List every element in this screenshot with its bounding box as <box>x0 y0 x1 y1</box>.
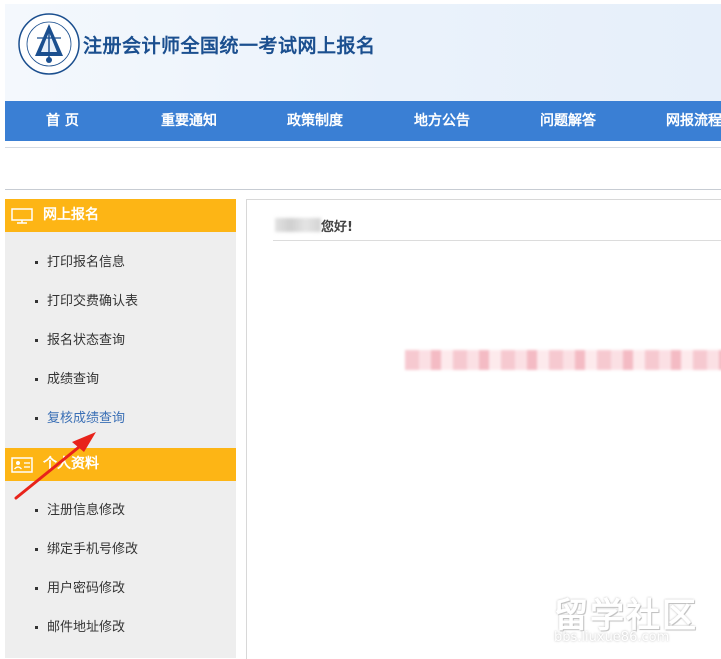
bullet <box>35 261 38 264</box>
main-nav: 首 页 重要通知 政策制度 地方公告 问题解答 网报流程 <box>5 101 721 141</box>
sidebar-item-edit-email[interactable]: 邮件地址修改 <box>5 613 236 643</box>
sidebar-item-label: 绑定手机号修改 <box>47 542 139 557</box>
bullet <box>35 587 38 590</box>
sidebar-item-registration-status[interactable]: 报名状态查询 <box>5 326 236 356</box>
bullet <box>35 339 38 342</box>
site-title: 注册会计师全国统一考试网上报名 <box>83 35 376 57</box>
section-title: 网上报名 <box>43 207 99 223</box>
sidebar-item-label: 打印交费确认表 <box>47 294 139 309</box>
sub-bar <box>5 147 721 190</box>
nav-item-process[interactable]: 网报流程 <box>666 101 721 141</box>
greeting-row: 您好! <box>273 208 721 241</box>
cicpa-logo-icon <box>18 13 80 75</box>
sidebar-item-review-score-query[interactable]: 复核成绩查询 <box>5 404 236 434</box>
nav-item-notices[interactable]: 重要通知 <box>161 101 217 141</box>
sidebar-item-edit-password[interactable]: 用户密码修改 <box>5 574 236 604</box>
sidebar: 网上报名 打印报名信息 打印交费确认表 报名状态查询 成绩查询 复核成绩查询 个… <box>5 199 236 658</box>
sidebar-item-print-registration[interactable]: 打印报名信息 <box>5 248 236 278</box>
bullet <box>35 300 38 303</box>
sidebar-item-label: 报名状态查询 <box>47 333 126 348</box>
section-header-personal-info: 个人资料 <box>5 448 236 481</box>
nav-item-policies[interactable]: 政策制度 <box>287 101 343 141</box>
nav-item-home[interactable]: 首 页 <box>46 101 79 141</box>
nav-item-faq[interactable]: 问题解答 <box>540 101 596 141</box>
bullet <box>35 548 38 551</box>
site-header: 注册会计师全国统一考试网上报名 <box>5 4 721 101</box>
redacted-message <box>405 350 721 370</box>
greeting-text: 您好! <box>321 220 353 235</box>
sidebar-item-label: 打印报名信息 <box>47 255 126 270</box>
section-header-online-registration: 网上报名 <box>5 199 236 232</box>
sidebar-item-score-query[interactable]: 成绩查询 <box>5 365 236 395</box>
sidebar-item-label: 复核成绩查询 <box>47 411 126 426</box>
sidebar-item-label: 邮件地址修改 <box>47 620 126 635</box>
sidebar-item-label: 用户密码修改 <box>47 581 126 596</box>
id-card-icon <box>11 457 33 473</box>
main-content: 您好! <box>246 199 721 659</box>
bullet <box>35 626 38 629</box>
redacted-username <box>275 218 321 232</box>
sidebar-item-label: 成绩查询 <box>47 372 100 387</box>
nav-item-local-announcements[interactable]: 地方公告 <box>414 101 470 141</box>
sidebar-item-label: 注册信息修改 <box>47 503 126 518</box>
sidebar-item-edit-phone[interactable]: 绑定手机号修改 <box>5 535 236 565</box>
bullet <box>35 378 38 381</box>
sidebar-item-print-payment[interactable]: 打印交费确认表 <box>5 287 236 317</box>
sidebar-item-edit-registration[interactable]: 注册信息修改 <box>5 496 236 526</box>
bullet <box>35 417 38 420</box>
monitor-icon <box>11 208 33 224</box>
section-title: 个人资料 <box>43 456 99 472</box>
bullet <box>35 509 38 512</box>
